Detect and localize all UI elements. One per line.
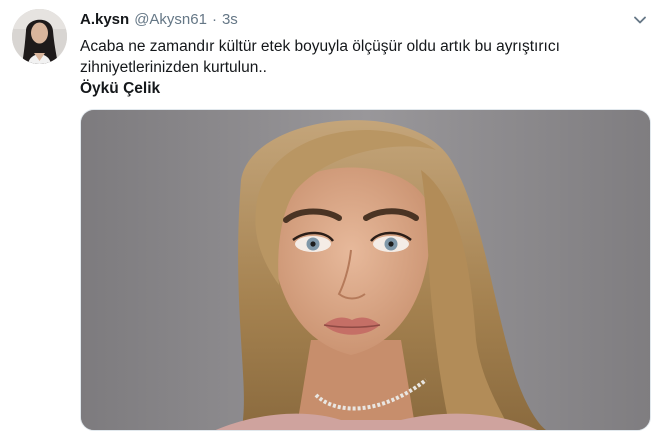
separator-dot: ·	[211, 11, 217, 28]
tweet-card[interactable]: A.kysn @Akysn61 · 3s Acaba ne zamandır k…	[0, 0, 655, 436]
chevron-down-icon[interactable]	[632, 12, 648, 28]
tweet-text-line: Acaba ne zamandır kültür etek boyuyla öl…	[80, 38, 560, 55]
tweet-media-photo[interactable]	[80, 109, 651, 431]
avatar-photo	[12, 9, 67, 64]
tweet-header: A.kysn @Akysn61 · 3s	[80, 10, 238, 30]
tweet-text: Acaba ne zamandır kültür etek boyuyla öl…	[80, 36, 640, 99]
user-handle[interactable]: @Akysn61	[134, 10, 207, 30]
display-name[interactable]: A.kysn	[80, 10, 129, 30]
portrait-photo	[81, 110, 650, 430]
tweet-text-line: zihniyetlerinizden kurtulun..	[80, 59, 267, 76]
avatar[interactable]	[12, 9, 67, 64]
timestamp[interactable]: 3s	[222, 10, 238, 30]
tweet-text-name: Öykü Çelik	[80, 80, 161, 97]
